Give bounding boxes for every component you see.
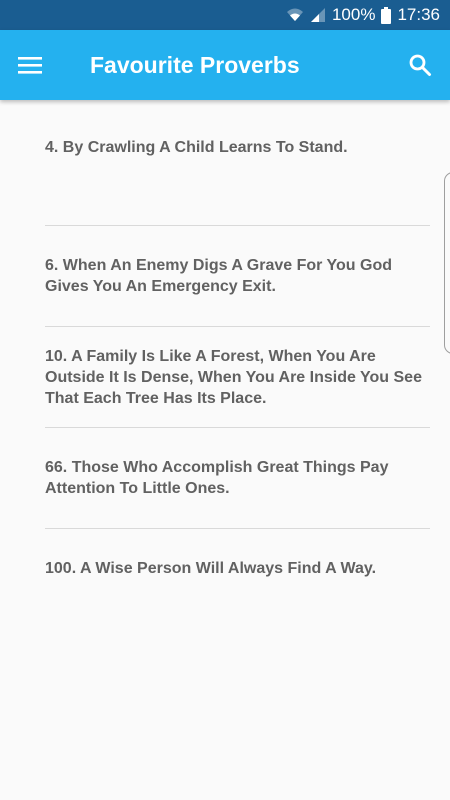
edge-panel-handle[interactable]	[444, 172, 450, 354]
menu-button[interactable]	[10, 45, 50, 85]
battery-icon	[381, 6, 392, 24]
app-bar: Favourite Proverbs	[0, 30, 450, 100]
proverb-item[interactable]: 6. When An Enemy Digs A Grave For You Go…	[45, 226, 430, 327]
proverb-item[interactable]: 10. A Family Is Like A Forest, When You …	[45, 327, 430, 428]
proverb-list: 4. By Crawling A Child Learns To Stand. …	[45, 100, 430, 630]
proverb-text: 66. Those Who Accomplish Great Things Pa…	[45, 459, 389, 497]
proverb-text: 100. A Wise Person Will Always Find A Wa…	[45, 560, 377, 577]
search-button[interactable]	[400, 45, 440, 85]
proverb-text: 6. When An Enemy Digs A Grave For You Go…	[45, 257, 393, 295]
status-bar: 100% 17:36	[0, 0, 450, 30]
search-icon	[408, 53, 432, 77]
proverb-text: 10. A Family Is Like A Forest, When You …	[45, 347, 422, 407]
clock-time: 17:36	[397, 5, 440, 24]
hamburger-menu-icon	[17, 55, 43, 75]
proverb-text: 4. By Crawling A Child Learns To Stand.	[45, 139, 348, 156]
battery-percentage: 100%	[331, 5, 376, 24]
signal-icon	[310, 7, 326, 23]
page-title: Favourite Proverbs	[90, 52, 300, 78]
proverb-item[interactable]: 66. Those Who Accomplish Great Things Pa…	[45, 428, 430, 529]
proverb-item[interactable]: 4. By Crawling A Child Learns To Stand.	[45, 100, 430, 226]
wifi-icon	[286, 7, 304, 23]
proverb-item[interactable]: 100. A Wise Person Will Always Find A Wa…	[45, 529, 430, 630]
